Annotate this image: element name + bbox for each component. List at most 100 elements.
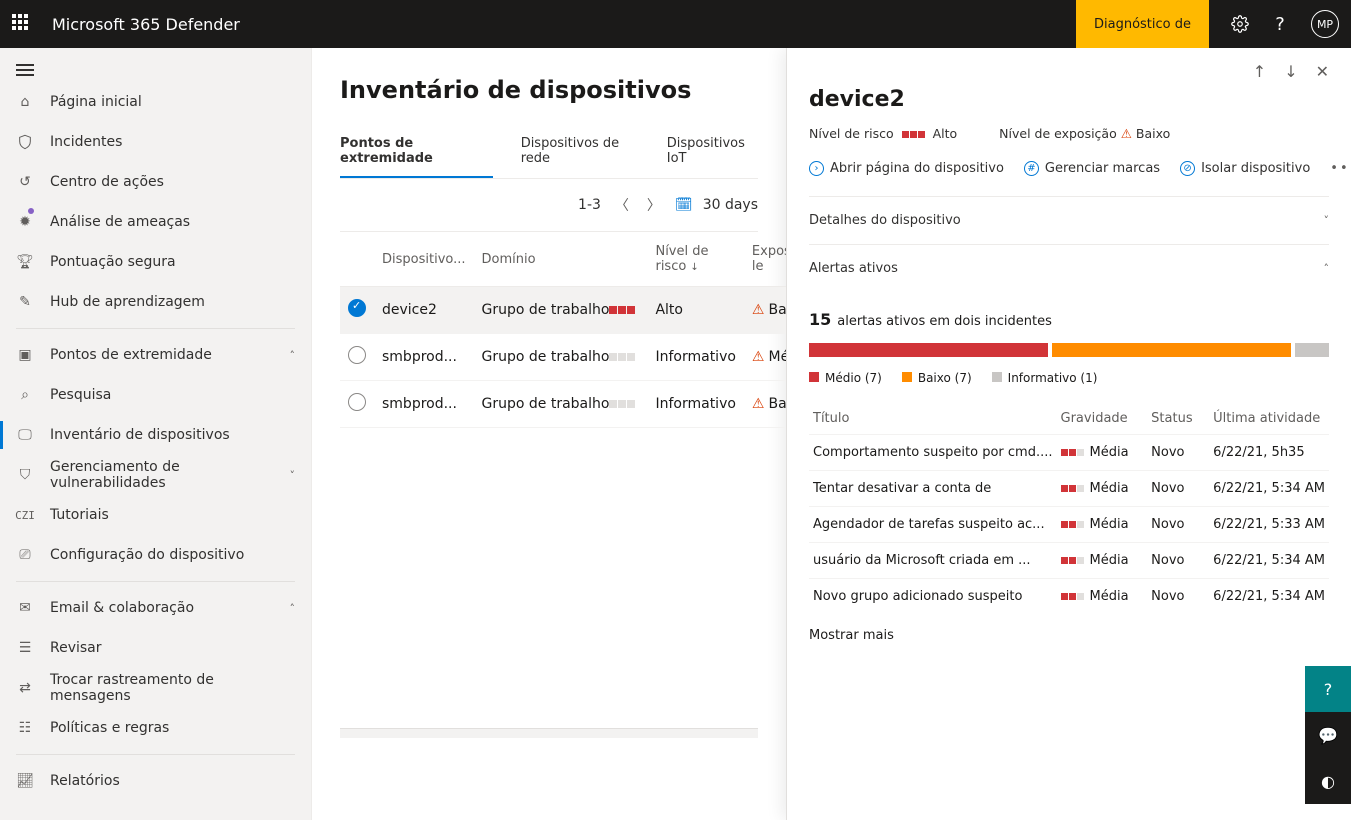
panel-close-icon[interactable]: ✕ (1316, 62, 1329, 81)
col-risk[interactable]: Nível de risco↓ (647, 232, 743, 287)
range-period[interactable]: 30 days (703, 197, 758, 213)
severity-icon (1061, 593, 1084, 600)
legend-medium: Médio (7) (809, 371, 882, 385)
nav-label: Pontos de extremidade (50, 347, 212, 363)
col-exposure[interactable]: Exposição le (744, 232, 786, 287)
tab-network-devices[interactable]: Dispositivos de rede (521, 126, 639, 178)
row-checkbox[interactable] (348, 393, 366, 411)
nav-label: Página inicial (50, 94, 142, 110)
prev-page-icon[interactable]: 〈 (611, 193, 633, 217)
nav-collapse-icon[interactable] (16, 64, 34, 76)
settings-icon[interactable] (1231, 15, 1249, 33)
alert-title: Agendador de tarefas suspeito ac... (809, 507, 1057, 543)
fab-help-icon[interactable]: ? (1305, 666, 1351, 712)
policy-icon: ☷ (16, 719, 34, 737)
nav-policies[interactable]: ☷ Políticas e regras (0, 708, 311, 748)
learn-icon: ✎ (16, 293, 34, 311)
alert-time: 6/22/21, 5:34 AM (1209, 579, 1329, 615)
nav-device-inventory[interactable]: 🖵 Inventário de dispositivos (0, 415, 311, 455)
user-avatar[interactable]: MP (1311, 10, 1339, 38)
col-domain[interactable]: Domínio (474, 232, 648, 287)
alert-status: Novo (1147, 435, 1209, 471)
nav-incidents[interactable]: Incidentes (0, 122, 311, 162)
nav-label: Trocar rastreamento de mensagens (50, 672, 295, 704)
app-launcher-icon[interactable] (12, 14, 32, 34)
alert-row[interactable]: usuário da Microsoft criada em ...MédiaN… (809, 543, 1329, 579)
risk-indicator-icon (902, 131, 925, 138)
section-device-details[interactable]: Detalhes do dispositivo ˅ (809, 197, 1329, 245)
row-checkbox[interactable] (348, 299, 366, 317)
nav-label: Tutoriais (50, 507, 109, 523)
fab-feedback-icon[interactable]: 💬 (1305, 712, 1351, 758)
panel-title: device2 (809, 87, 1329, 112)
bug-icon: ✹ (16, 213, 34, 231)
alert-col-activity[interactable]: Última atividade (1209, 403, 1329, 435)
nav-secure-score[interactable]: 🏆︎ Pontuação segura (0, 242, 311, 282)
horizontal-scrollbar[interactable] (340, 728, 758, 738)
chevron-up-icon: ˄ (1324, 262, 1330, 275)
alert-row[interactable]: Tentar desativar a conta deMédiaNovo6/22… (809, 471, 1329, 507)
severity-icon (1061, 557, 1084, 564)
nav-section-email[interactable]: ✉ Email & colaboração ˄ (0, 588, 311, 628)
cell-domain: Grupo de trabalho (474, 287, 648, 334)
severity-seg-low (1052, 343, 1291, 357)
nav-review[interactable]: ☰ Revisar (0, 628, 311, 668)
nav-threat-analytics[interactable]: ✹ Análise de ameaças (0, 202, 311, 242)
alert-status: Novo (1147, 471, 1209, 507)
show-more-link[interactable]: Mostrar mais (809, 628, 1329, 643)
action-isolate-device[interactable]: ⊘ Isolar dispositivo (1180, 161, 1310, 176)
warning-icon: ⚠ (752, 302, 765, 318)
home-icon: ⌂ (16, 93, 34, 111)
section-active-alerts[interactable]: Alertas ativos ˄ (809, 245, 1329, 292)
action-manage-tags[interactable]: # Gerenciar marcas (1024, 161, 1160, 176)
alert-row[interactable]: Comportamento suspeito por cmd....MédiaN… (809, 435, 1329, 471)
nav-home[interactable]: ⌂ Página inicial (0, 82, 311, 122)
alert-severity: Média (1057, 435, 1148, 471)
nav-vuln-mgmt[interactable]: ⛉ Gerenciamento de vulnerabilidades ˅ (0, 455, 311, 495)
panel-next-icon[interactable]: ↓ (1284, 62, 1297, 81)
nav-learning-hub[interactable]: ✎ Hub de aprendizagem (0, 282, 311, 322)
table-row[interactable]: device2Grupo de trabalhoAlto⚠Baixo (340, 287, 786, 334)
action-more-icon[interactable]: ••• (1330, 161, 1351, 176)
fab-support-icon[interactable]: ◐ (1305, 758, 1351, 804)
nav-section-endpoints[interactable]: ▣ Pontos de extremidade ˄ (0, 335, 311, 375)
cell-exposure: ⚠Baixo (744, 287, 786, 334)
table-row[interactable]: smbprod...Grupo de trabalhoInformativo⚠B… (340, 381, 786, 428)
alert-col-status[interactable]: Status (1147, 403, 1209, 435)
nav-message-trace[interactable]: ⇄ Trocar rastreamento de mensagens (0, 668, 311, 708)
nav-action-center[interactable]: ↺ Centro de ações (0, 162, 311, 202)
nav-divider (16, 328, 295, 329)
action-open-device[interactable]: › Abrir página do dispositivo (809, 161, 1004, 176)
nav-tutorials[interactable]: CZI Tutoriais (0, 495, 311, 535)
nav-search[interactable]: ⌕ Pesquisa (0, 375, 311, 415)
cell-exposure: ⚠Médio (744, 334, 786, 381)
help-icon[interactable]: ? (1271, 15, 1289, 33)
risk-value: Alto (933, 126, 958, 141)
nav-device-config[interactable]: ⎚ Configuração do dispositivo (0, 535, 311, 575)
notification-dot-icon (28, 208, 34, 214)
tab-endpoints[interactable]: Pontos de extremidade (340, 126, 493, 178)
alert-status: Novo (1147, 507, 1209, 543)
diagnostic-banner[interactable]: Diagnóstico de (1076, 0, 1209, 48)
alert-row[interactable]: Agendador de tarefas suspeito ac...Média… (809, 507, 1329, 543)
alert-col-severity[interactable]: Gravidade (1057, 403, 1148, 435)
cell-risk: Informativo (647, 381, 743, 428)
nav-label: Incidentes (50, 134, 122, 150)
table-header-row: Dispositivo... Domínio Nível de risco↓ E… (340, 232, 786, 287)
panel-prev-icon[interactable]: ↑ (1253, 62, 1266, 81)
alert-row[interactable]: Novo grupo adicionado suspeitoMédiaNovo6… (809, 579, 1329, 615)
legend-info: Informativo (1) (992, 371, 1098, 385)
table-row[interactable]: smbprod...Grupo de trabalhoInformativo⚠M… (340, 334, 786, 381)
nav-reports[interactable]: 📈︎ Relatórios (0, 761, 311, 801)
row-checkbox[interactable] (348, 346, 366, 364)
alert-col-title[interactable]: Título (809, 403, 1057, 435)
alerts-count: 15alertas ativos em dois incidentes (809, 310, 1329, 329)
calendar-icon[interactable]: 🗓︎ (675, 197, 693, 213)
exposure-value: Baixo (1136, 126, 1170, 141)
next-page-icon[interactable]: 〉 (643, 193, 665, 217)
isolate-icon: ⊘ (1180, 161, 1195, 176)
col-device[interactable]: Dispositivo... (374, 232, 474, 287)
nav-label: Relatórios (50, 773, 120, 789)
tab-iot-devices[interactable]: Dispositivos IoT (667, 126, 758, 178)
cell-domain: Grupo de trabalho (474, 381, 648, 428)
